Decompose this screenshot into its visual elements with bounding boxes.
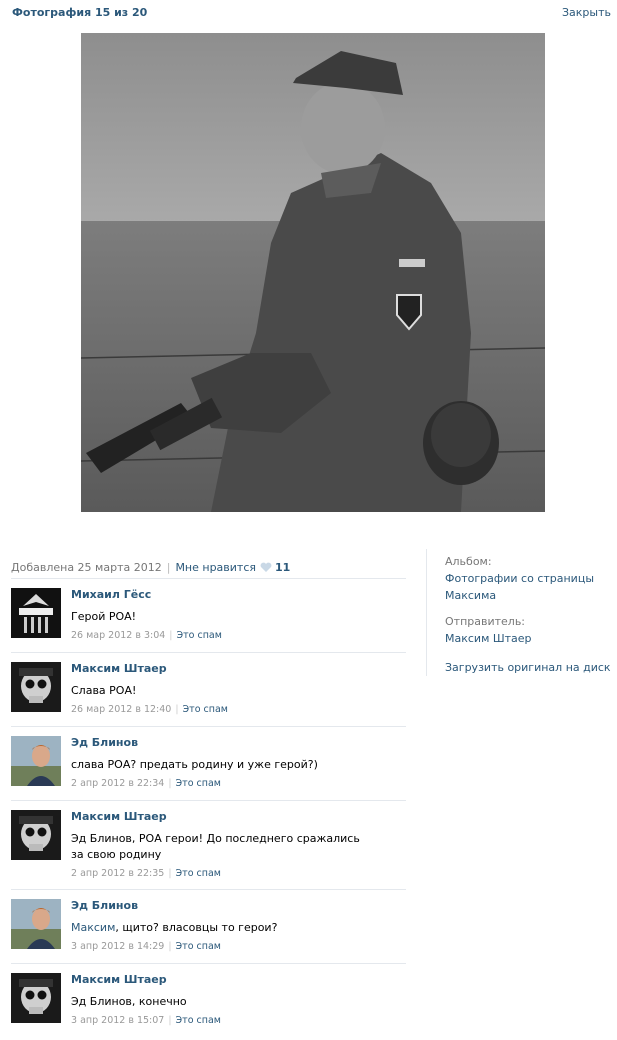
- heart-icon[interactable]: [260, 562, 272, 573]
- eagle-badge-icon: [11, 588, 61, 638]
- comment-date[interactable]: 3 апр 2012 в 15:07: [71, 1015, 164, 1026]
- comment-author[interactable]: Максим Штаер: [71, 810, 406, 824]
- photo-counter-title: Фотография 15 из 20: [12, 6, 148, 19]
- comment-author[interactable]: Эд Блинов: [71, 736, 406, 750]
- comment-text: Герой РОА!: [71, 610, 137, 623]
- comment-item: Михаил Гёсс Герой РОА! 26 мар 2012 в 3:0…: [11, 578, 406, 652]
- comment-author[interactable]: Максим Штаер: [71, 973, 406, 987]
- album-label: Альбом:: [445, 555, 492, 568]
- avatar[interactable]: [11, 736, 61, 786]
- comment-date[interactable]: 2 апр 2012 в 22:35: [71, 868, 164, 879]
- skull-icon: [11, 973, 61, 1023]
- comment-item: Максим Штаер Слава РОА! 26 мар 2012 в 12…: [11, 652, 406, 726]
- avatar[interactable]: [11, 973, 61, 1023]
- sender-link[interactable]: Максим Штаер: [445, 630, 617, 647]
- comment-text: слава РОА? предать родину и уже герой?): [71, 758, 318, 771]
- avatar[interactable]: [11, 899, 61, 949]
- comment-text: Эд Блинов, конечно: [71, 995, 187, 1008]
- download-original-link[interactable]: Загрузить оригинал на диск: [445, 659, 617, 676]
- added-date: Добавлена 25 марта 2012: [11, 560, 162, 574]
- comment-text: Эд Блинов, РОА герои! До последнего сраж…: [71, 832, 360, 861]
- spam-link[interactable]: Это спам: [176, 778, 221, 789]
- like-count: 11: [275, 560, 291, 574]
- comment-date[interactable]: 26 мар 2012 в 12:40: [71, 704, 171, 715]
- mention-link[interactable]: Максим: [71, 921, 115, 934]
- comment-item: Эд Блинов Максим, щито? власовцы то геро…: [11, 889, 406, 963]
- comment-item: Максим Штаер Эд Блинов, РОА герои! До по…: [11, 800, 406, 889]
- comment-item: Эд Блинов слава РОА? предать родину и уж…: [11, 726, 406, 800]
- portrait-icon: [11, 736, 61, 786]
- spam-link[interactable]: Это спам: [183, 704, 228, 715]
- spam-link[interactable]: Это спам: [176, 1015, 221, 1026]
- album-link[interactable]: Фотографии со страницы Максима: [445, 570, 595, 604]
- comment-date[interactable]: 26 мар 2012 в 3:04: [71, 630, 165, 641]
- main-photo: [81, 33, 545, 512]
- comment-date[interactable]: 2 апр 2012 в 22:34: [71, 778, 164, 789]
- comment-text: Максим, щито? власовцы то герои?: [71, 920, 406, 936]
- like-button[interactable]: Мне нравится: [175, 561, 256, 574]
- photo-meta-row: Добавлена 25 марта 2012 | Мне нравится 1…: [11, 560, 291, 574]
- photo-info-panel: Альбом: Фотографии со страницы Максима О…: [426, 549, 617, 676]
- comment-item: Максим Штаер Эд Блинов, конечно 3 апр 20…: [11, 963, 406, 1037]
- comment-text: Слава РОА!: [71, 684, 137, 697]
- avatar[interactable]: [11, 662, 61, 712]
- spam-link[interactable]: Это спам: [176, 868, 221, 879]
- avatar[interactable]: [11, 810, 61, 860]
- sender-label: Отправитель:: [445, 615, 526, 628]
- comment-author[interactable]: Эд Блинов: [71, 899, 406, 913]
- skull-icon: [11, 810, 61, 860]
- comment-author[interactable]: Максим Штаер: [71, 662, 406, 676]
- comment-text-rest: , щито? власовцы то герои?: [115, 921, 278, 934]
- avatar[interactable]: [11, 588, 61, 638]
- skull-icon: [11, 662, 61, 712]
- spam-link[interactable]: Это спам: [176, 941, 221, 952]
- comment-author[interactable]: Михаил Гёсс: [71, 588, 406, 602]
- portrait-icon: [11, 899, 61, 949]
- close-link[interactable]: Закрыть: [562, 6, 611, 19]
- spam-link[interactable]: Это спам: [177, 630, 222, 641]
- comment-date[interactable]: 3 апр 2012 в 14:29: [71, 941, 164, 952]
